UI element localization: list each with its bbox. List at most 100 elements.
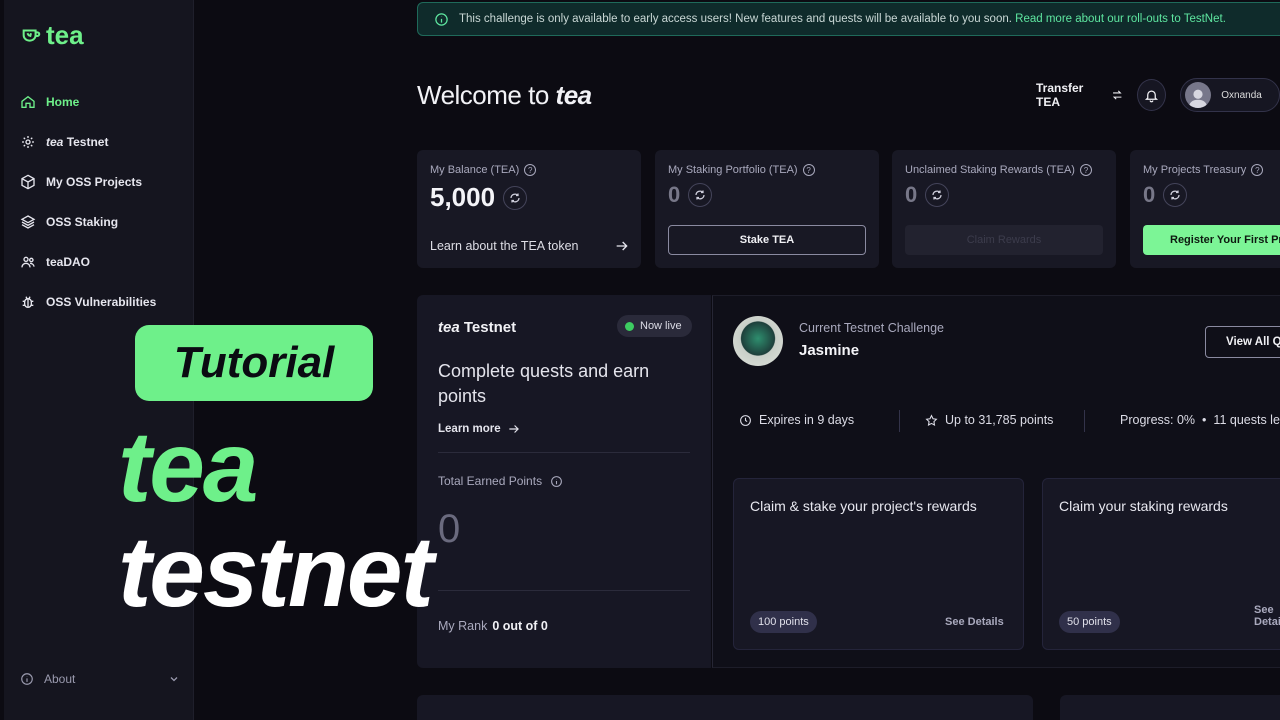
rank-label: My Rank bbox=[438, 619, 488, 633]
bottom-card bbox=[1060, 695, 1280, 720]
page-title: Welcome to tea bbox=[417, 80, 592, 111]
staking-label: My Staking Portfolio (TEA)? bbox=[668, 164, 866, 176]
testnet-title: tea Testnet bbox=[438, 319, 516, 336]
info-icon bbox=[21, 673, 33, 685]
quest-title: Claim & stake your project's rewards bbox=[750, 498, 977, 514]
notifications-button[interactable] bbox=[1137, 79, 1167, 111]
sidebar-nav: Home tea Testnet My OSS Projects OSS Sta… bbox=[20, 82, 190, 322]
rank-value: 0 out of 0 bbox=[492, 619, 548, 633]
see-details-link[interactable]: See Details bbox=[1254, 604, 1280, 628]
tea-logo[interactable]: tea bbox=[20, 20, 84, 51]
info-icon[interactable] bbox=[550, 475, 563, 488]
points-text: Up to 31,785 points bbox=[945, 413, 1054, 427]
banner-message: This challenge is only available to earl… bbox=[459, 13, 1012, 25]
sidebar-item-home[interactable]: Home bbox=[20, 82, 190, 122]
help-icon[interactable]: ? bbox=[1079, 164, 1092, 176]
staking-card: My Staking Portfolio (TEA)? 0 Stake TEA bbox=[655, 150, 879, 268]
swap-icon bbox=[1112, 90, 1122, 100]
learn-link-text: Learn about the TEA token bbox=[430, 239, 579, 253]
help-icon[interactable]: ? bbox=[802, 164, 815, 176]
balance-label: My Balance (TEA)? bbox=[430, 164, 628, 176]
bottom-card bbox=[417, 695, 1033, 720]
learn-more-link[interactable]: Learn more bbox=[438, 422, 521, 436]
overlay-title-testnet: testnet bbox=[118, 516, 434, 628]
treasury-row: 0 bbox=[1143, 182, 1277, 208]
transfer-tea-button[interactable]: Transfer TEA bbox=[1036, 81, 1123, 109]
chevron-down-icon bbox=[170, 677, 178, 682]
banner-link[interactable]: Read more about our roll-outs to TestNet… bbox=[1015, 13, 1226, 25]
divider bbox=[899, 410, 900, 432]
divider bbox=[438, 590, 690, 591]
bug-icon bbox=[22, 296, 34, 308]
info-icon bbox=[435, 12, 448, 26]
arrow-right-icon bbox=[616, 241, 628, 251]
star-icon bbox=[925, 413, 938, 426]
sidebar-item-label-text: Testnet bbox=[66, 135, 109, 149]
stake-tea-button[interactable]: Stake TEA bbox=[668, 225, 866, 255]
sidebar-item-oss-staking[interactable]: OSS Staking bbox=[20, 202, 190, 242]
header-actions: Transfer TEA Oxnanda bbox=[1036, 78, 1280, 112]
refresh-icon[interactable] bbox=[688, 183, 713, 207]
rewards-value: 0 bbox=[905, 182, 918, 207]
staking-value: 0 bbox=[668, 182, 681, 207]
sidebar-item-oss-vulnerabilities[interactable]: OSS Vulnerabilities bbox=[20, 282, 190, 322]
sidebar-item-oss-projects[interactable]: My OSS Projects bbox=[20, 162, 190, 202]
clock-icon bbox=[740, 414, 751, 426]
early-access-banner: This challenge is only available to earl… bbox=[417, 2, 1280, 36]
tea-cup-icon bbox=[22, 28, 41, 42]
total-points-value: 0 bbox=[438, 507, 461, 551]
rewards-label: Unclaimed Staking Rewards (TEA)? bbox=[905, 164, 1103, 176]
treasury-label: My Projects Treasury? bbox=[1143, 164, 1277, 176]
sidebar-item-label: My OSS Projects bbox=[46, 175, 143, 189]
challenge-panel: Current Testnet Challenge Jasmine View A… bbox=[712, 295, 1280, 668]
help-icon[interactable]: ? bbox=[1251, 164, 1264, 176]
sidebar-item-label: teaDAO bbox=[46, 255, 91, 269]
expires-meta: Expires in 9 days bbox=[739, 413, 854, 427]
learn-more-text: Learn more bbox=[438, 423, 501, 435]
sidebar-item-label: OSS Vulnerabilities bbox=[46, 295, 157, 309]
rewards-row: 0 bbox=[905, 182, 1103, 208]
help-icon[interactable]: ? bbox=[524, 164, 537, 176]
register-project-button[interactable]: Register Your First Project bbox=[1143, 225, 1280, 255]
quest-card[interactable]: Claim & stake your project's rewards 100… bbox=[733, 478, 1024, 650]
challenge-label: Current Testnet Challenge bbox=[799, 321, 944, 335]
sidebar-item-about[interactable]: About bbox=[20, 672, 180, 686]
balance-card: My Balance (TEA)? 5,000 Learn about the … bbox=[417, 150, 641, 268]
testnet-title-text: Testnet bbox=[463, 319, 517, 336]
refresh-icon[interactable] bbox=[503, 185, 528, 210]
learn-tea-token-link[interactable]: Learn about the TEA token bbox=[430, 238, 630, 254]
welcome-brand: tea bbox=[555, 80, 593, 110]
cube-icon bbox=[21, 174, 35, 190]
divider bbox=[1084, 410, 1085, 432]
view-all-quests-button[interactable]: View All Quests bbox=[1205, 326, 1280, 358]
sidebar-item-teadao[interactable]: teaDAO bbox=[20, 242, 190, 282]
total-points-label: Total Earned Points bbox=[438, 474, 563, 488]
refresh-icon[interactable] bbox=[1163, 183, 1188, 207]
network-icon bbox=[22, 136, 34, 148]
progress-text: Progress: 0% bbox=[1120, 413, 1196, 427]
quest-card[interactable]: Claim your staking rewards 50 points See… bbox=[1042, 478, 1280, 650]
bullet-separator: • bbox=[1202, 413, 1207, 427]
quest-points-badge: 50 points bbox=[1059, 611, 1120, 633]
user-menu[interactable]: Oxnanda bbox=[1180, 78, 1280, 112]
refresh-icon[interactable] bbox=[925, 183, 950, 207]
live-dot-icon bbox=[625, 321, 634, 331]
rewards-card: Unclaimed Staking Rewards (TEA)? 0 Claim… bbox=[892, 150, 1116, 268]
users-icon bbox=[21, 256, 35, 268]
progress-meta: Progress: 0% • 11 quests left bbox=[1120, 413, 1280, 427]
total-points-text: Total Earned Points bbox=[438, 474, 543, 488]
sidebar-item-testnet[interactable]: tea Testnet bbox=[20, 122, 190, 162]
banner-text: This challenge is only available to earl… bbox=[459, 13, 1226, 25]
user-name: Oxnanda bbox=[1221, 89, 1262, 101]
see-details-link[interactable]: See Details bbox=[945, 616, 1004, 628]
sidebar-item-label: OSS Staking bbox=[46, 215, 119, 229]
balance-row: 5,000 bbox=[430, 182, 628, 213]
overlay-title-tea: tea bbox=[118, 411, 259, 523]
claim-rewards-button[interactable]: Claim Rewards bbox=[905, 225, 1103, 255]
staking-label-text: My Staking Portfolio (TEA) bbox=[668, 164, 798, 176]
quest-title: Claim your staking rewards bbox=[1059, 498, 1228, 514]
balance-value: 5,000 bbox=[430, 182, 496, 212]
testnet-panel: tea Testnet Now live Complete quests and… bbox=[417, 295, 711, 668]
rewards-label-text: Unclaimed Staking Rewards (TEA) bbox=[905, 164, 1075, 176]
points-meta: Up to 31,785 points bbox=[925, 413, 1053, 427]
